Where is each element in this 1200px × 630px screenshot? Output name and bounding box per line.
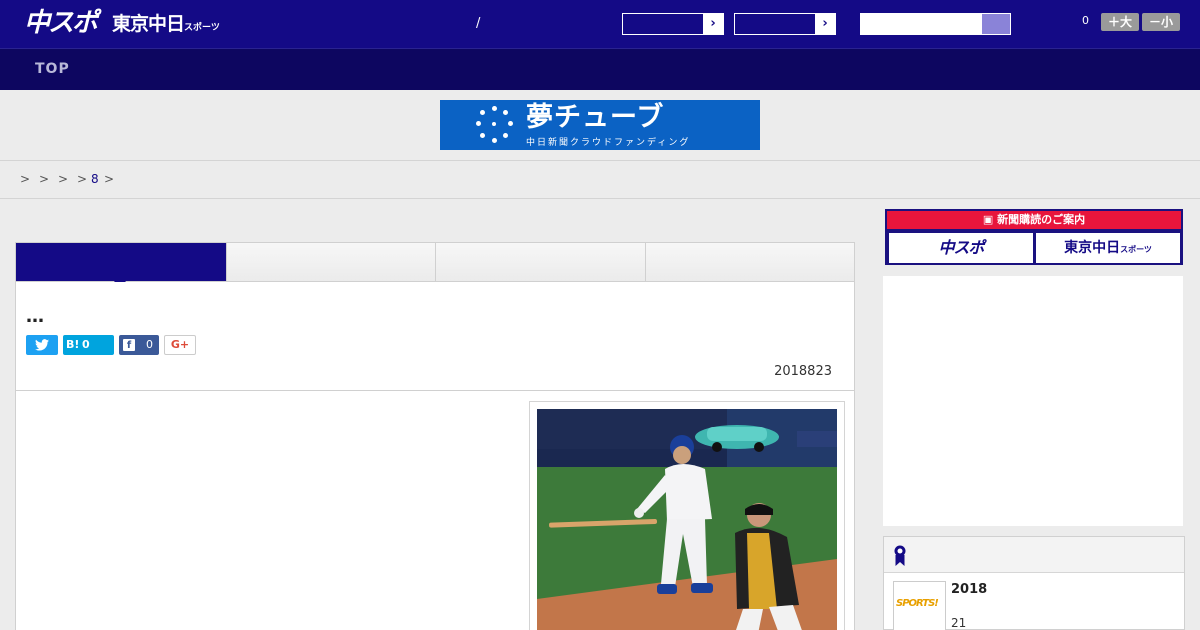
breadcrumb-separator: > — [77, 172, 88, 186]
chevron-right-icon: › — [815, 14, 835, 34]
font-smaller-button[interactable]: －小 — [1142, 13, 1180, 31]
chevron-right-icon: › — [703, 14, 723, 34]
breadcrumb-separator: > — [20, 172, 31, 186]
font-larger-button[interactable]: ＋大 — [1101, 13, 1139, 31]
hatena-count: 0 — [82, 338, 90, 351]
yume-tube-banner[interactable]: 夢チューブ 中日新聞クラウドファンディング — [440, 100, 760, 150]
banner-subtitle: 中日新聞クラウドファンディング — [526, 138, 691, 148]
breadcrumb-separator: > — [104, 172, 115, 186]
ranking-header — [884, 537, 1184, 573]
tab-3[interactable] — [436, 243, 646, 281]
facebook-share-button[interactable]: f 0 — [119, 335, 159, 355]
subscription-heading: ▣ 新聞購読のご案内 — [887, 211, 1181, 229]
ranking-item-title[interactable]: 2018 — [951, 582, 987, 597]
header-select-1[interactable]: › — [622, 13, 724, 35]
baseball-batter-photo[interactable] — [537, 409, 837, 630]
subscribe-tokyo-main: 東京中日 — [1064, 240, 1121, 256]
tokyo-logo-main: 東京中日 — [112, 13, 185, 35]
header-slash: / — [476, 16, 481, 31]
breadcrumb-separator: > — [39, 172, 50, 186]
nav-item-top[interactable]: TOP — [35, 61, 70, 77]
sidebar-ad-slot[interactable] — [883, 276, 1183, 526]
ranking-thumb-text: SPORTS! — [896, 598, 939, 609]
facebook-count: 0 — [146, 338, 153, 351]
banner-strip: 夢チューブ 中日新聞クラウドファンディング — [0, 90, 1200, 161]
tab-4[interactable] — [646, 243, 854, 281]
chuspo-logo[interactable]: 中スポ — [24, 8, 98, 38]
search-box — [860, 13, 1011, 35]
breadcrumb: > > > > 8 > — [0, 161, 1200, 199]
twitter-share-button[interactable] — [26, 335, 58, 355]
breadcrumb-link[interactable]: 8 — [91, 172, 99, 186]
article-header: … B! 0 f 0 G+ 2018823 — [15, 282, 855, 391]
subscribe-chuspo-button[interactable]: 中スポ — [889, 233, 1033, 263]
subscription-box: ▣ 新聞購読のご案内 中スポ 東京中日スポーツ — [885, 209, 1183, 265]
search-input[interactable] — [861, 14, 982, 34]
ranking-item-sub: 21 — [951, 616, 967, 630]
breadcrumb-separator: > — [58, 172, 69, 186]
header-select-2[interactable]: › — [734, 13, 836, 35]
article-photo-frame — [529, 401, 845, 630]
hatena-label: B! — [66, 338, 80, 351]
ranking-thumbnail[interactable]: SPORTS! — [893, 581, 946, 630]
tab-1[interactable] — [16, 243, 227, 281]
ranking-box: SPORTS! 2018 21 — [883, 536, 1185, 630]
banner-title: 夢チューブ — [526, 102, 665, 133]
article-body — [15, 391, 855, 630]
photo-illustration — [537, 409, 837, 630]
article-tabs — [15, 242, 855, 282]
font-size-count: 0 — [1082, 14, 1089, 27]
dot-ring-icon — [476, 106, 514, 144]
subscribe-tokyo-chunichi-button[interactable]: 東京中日スポーツ — [1036, 233, 1180, 263]
article-title: … — [26, 306, 44, 327]
tokyo-logo-small: スポーツ — [184, 23, 220, 33]
google-plus-share-button[interactable]: G+ — [164, 335, 196, 355]
tab-2[interactable] — [227, 243, 436, 281]
subscription-heading-text: 新聞購読のご案内 — [997, 213, 1086, 226]
tokyo-chunichi-logo[interactable]: 東京中日スポーツ — [112, 12, 220, 40]
subscribe-tokyo-small: スポーツ — [1120, 245, 1152, 254]
article-date: 2018823 — [774, 364, 832, 379]
award-ribbon-icon — [894, 545, 906, 566]
facebook-icon: f — [123, 339, 135, 351]
twitter-icon — [35, 339, 49, 351]
global-nav: TOP — [0, 48, 1200, 90]
search-button[interactable] — [982, 14, 1010, 34]
hatena-bookmark-button[interactable]: B! 0 — [63, 335, 114, 355]
newspaper-icon: ▣ — [982, 213, 998, 226]
site-header: 中スポ 東京中日スポーツ / › › 0 ＋大 －小 — [0, 0, 1200, 48]
